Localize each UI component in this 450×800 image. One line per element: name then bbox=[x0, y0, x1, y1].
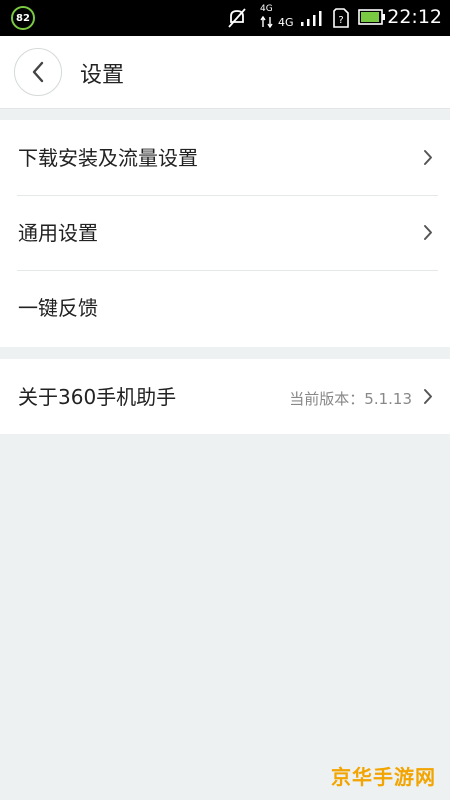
status-bar: 82 4G 4G ? 22:12 bbox=[0, 0, 450, 36]
network-label: 4G bbox=[260, 4, 273, 14]
settings-item-label: 下载安装及流量设置 bbox=[18, 146, 198, 170]
settings-list: 下载安装及流量设置 通用设置 一键反馈 bbox=[0, 120, 450, 347]
settings-item-general[interactable]: 通用设置 bbox=[0, 195, 450, 270]
battery-badge: 82 bbox=[11, 6, 35, 30]
signal-icon bbox=[301, 11, 322, 26]
network-label-secondary: 4G bbox=[278, 16, 294, 29]
chevron-right-icon bbox=[424, 225, 432, 240]
svg-text:?: ? bbox=[338, 15, 343, 26]
network-4g-icon: 4G 4G bbox=[258, 4, 300, 30]
settings-item-download-traffic[interactable]: 下载安装及流量设置 bbox=[0, 120, 450, 195]
muted-icon bbox=[228, 8, 246, 28]
settings-item-feedback[interactable]: 一键反馈 bbox=[0, 270, 450, 345]
chevron-right-icon bbox=[424, 150, 432, 165]
chevron-left-icon bbox=[32, 61, 44, 83]
page-title: 设置 bbox=[80, 63, 125, 88]
header: 设置 bbox=[0, 36, 450, 109]
settings-item-about[interactable]: 关于360手机助手 当前版本：5.1.13 bbox=[0, 359, 450, 434]
back-button[interactable] bbox=[14, 48, 62, 96]
watermark: 京华手游网 bbox=[331, 765, 436, 789]
version-text: 当前版本：5.1.13 bbox=[289, 390, 412, 408]
about-label: 关于360手机助手 bbox=[18, 385, 177, 409]
chevron-right-icon bbox=[424, 389, 432, 404]
clock: 22:12 bbox=[387, 6, 442, 28]
about-section: 关于360手机助手 当前版本：5.1.13 bbox=[0, 359, 450, 434]
sim-unknown-icon: ? bbox=[333, 8, 349, 28]
settings-item-label: 通用设置 bbox=[18, 221, 98, 245]
battery-icon bbox=[358, 9, 385, 25]
settings-item-label: 一键反馈 bbox=[18, 296, 98, 320]
